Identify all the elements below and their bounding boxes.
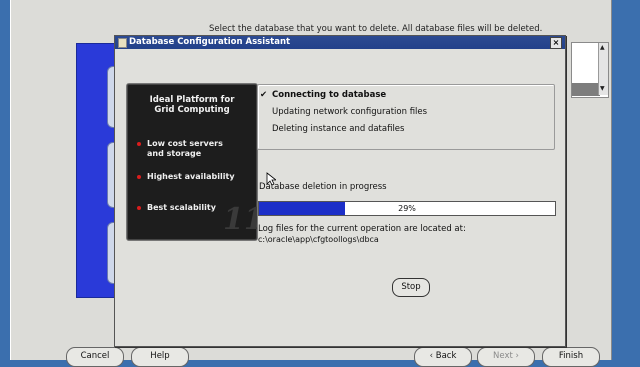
progress-dialog: Database Configuration Assistant × Ideal… <box>114 35 566 347</box>
finish-button[interactable]: Finish <box>542 347 600 367</box>
oracle-11g-logo: 11g <box>223 202 257 237</box>
step-connecting: ✔ Connecting to database <box>260 90 387 100</box>
database-list-scrollbar[interactable]: ▲ ▼ <box>598 43 608 95</box>
progress-percent: 29% <box>398 204 416 213</box>
promo-bullet-text: Highest availability <box>147 172 235 181</box>
bullet-dot-icon <box>137 142 141 146</box>
step-updating-network: Updating network configuration files <box>272 107 428 117</box>
log-path: c:\oracle\app\cfgtoollogs\dbca <box>258 235 379 244</box>
stop-button[interactable]: Stop <box>392 278 430 297</box>
promo-bullet-line: Low cost servers <box>147 139 223 148</box>
help-button[interactable]: Help <box>131 347 189 367</box>
back-button[interactable]: ‹ Back <box>414 347 472 367</box>
checkmark-icon: ✔ <box>260 90 268 100</box>
promo-title-line2: Grid Computing <box>154 105 230 115</box>
log-location-label: Log files for the current operation are … <box>258 224 466 234</box>
close-icon[interactable]: × <box>550 37 562 49</box>
promo-bullet-text: Low cost servers and storage <box>147 139 223 159</box>
database-list[interactable]: ▲ ▼ <box>571 42 609 98</box>
step-label: Connecting to database <box>272 90 387 100</box>
promo-bullet-line: and storage <box>147 149 202 158</box>
progress-bar: 29% <box>258 201 556 216</box>
dialog-titlebar[interactable]: Database Configuration Assistant × <box>115 36 565 49</box>
step-deleting-instance: Deleting instance and datafiles <box>272 124 405 134</box>
background-hint-text: Select the database that you want to del… <box>209 24 543 34</box>
database-list-selected-row[interactable] <box>572 83 600 96</box>
next-button[interactable]: Next › <box>477 347 535 367</box>
mouse-cursor-icon <box>266 172 276 186</box>
cancel-button[interactable]: Cancel <box>66 347 124 367</box>
scroll-down-icon[interactable]: ▼ <box>600 85 605 92</box>
bullet-dot-icon <box>137 206 141 210</box>
promo-title: Ideal Platform for Grid Computing <box>127 95 257 115</box>
dialog-title: Database Configuration Assistant <box>129 37 291 47</box>
promo-panel: Ideal Platform for Grid Computing Low co… <box>126 83 258 241</box>
scroll-up-icon[interactable]: ▲ <box>600 44 605 51</box>
app-icon <box>118 38 127 48</box>
steps-panel: ✔ Connecting to database Updating networ… <box>257 84 555 150</box>
promo-title-line1: Ideal Platform for <box>149 95 235 105</box>
bullet-dot-icon <box>137 175 141 179</box>
promo-bullet-text: Best scalability <box>147 203 216 212</box>
progress-label: Database deletion in progress <box>259 182 387 192</box>
